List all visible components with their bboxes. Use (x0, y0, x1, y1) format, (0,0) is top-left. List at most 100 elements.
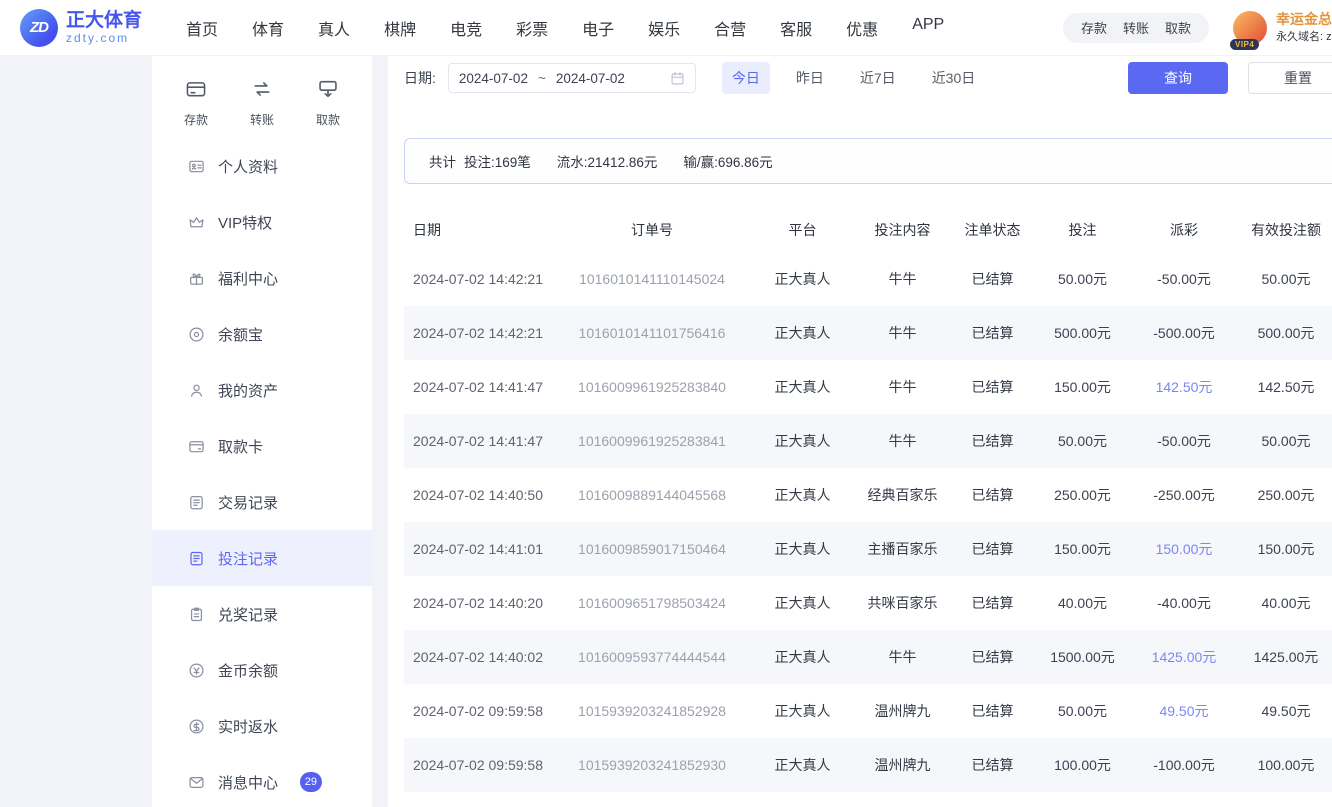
nav-item-7[interactable]: 电子 (582, 16, 614, 40)
column-header-6: 投注 (1035, 208, 1130, 252)
nav-item-11[interactable]: 优惠 (846, 16, 878, 40)
reset-button[interactable]: 重置 (1248, 62, 1332, 94)
cell-valid_bet: 1425.00元 (1238, 630, 1332, 684)
sidebar-item-5[interactable]: 我的资产 (152, 362, 372, 418)
range-tab-4[interactable]: 近30日 (922, 62, 986, 94)
sidebar-item-6[interactable]: 取款卡 (152, 418, 372, 474)
date-from-value: 2024-07-02 (459, 71, 528, 86)
nav-item-5[interactable]: 电竞 (450, 16, 482, 40)
cell-content: 牛牛 (855, 306, 950, 360)
topbar-right: 存款转账取款 VIP4 幸运金总 永久域名: z (1063, 11, 1332, 45)
cell-platform: 正大真人 (750, 306, 855, 360)
quick-action-label: 转账 (250, 111, 274, 128)
cell-platform: 正大真人 (750, 468, 855, 522)
calendar-icon[interactable] (670, 71, 685, 86)
table-row: 2024-07-02 14:42:211016010141101756416正大… (404, 306, 1332, 360)
column-header-8: 有效投注额 (1238, 208, 1332, 252)
cell-order_no: 1016009961925283840 (554, 360, 750, 414)
wallet-link-3[interactable]: 取款 (1157, 18, 1199, 37)
nav-item-8[interactable]: 娱乐 (648, 16, 680, 40)
cell-platform: 正大真人 (750, 684, 855, 738)
nav-item-2[interactable]: 体育 (252, 16, 284, 40)
sidebar-item-8[interactable]: 投注记录 (152, 530, 372, 586)
brand-domain: zdty.com (66, 32, 142, 46)
sidebar-item-3[interactable]: 福利中心 (152, 250, 372, 306)
transactions-icon (188, 494, 205, 511)
notification-badge: 29 (300, 772, 322, 792)
cell-payout: -250.00元 (1130, 468, 1238, 522)
nav-item-1[interactable]: 首页 (186, 16, 218, 40)
cell-date: 2024-07-02 09:59:58 (404, 738, 554, 792)
table-row: 2024-07-02 14:42:211016010141110145024正大… (404, 252, 1332, 306)
table-row: 2024-07-02 09:59:581015939203241852928正大… (404, 684, 1332, 738)
sidebar-item-4[interactable]: 余额宝 (152, 306, 372, 362)
query-button[interactable]: 查询 (1128, 62, 1228, 94)
quick-action-2[interactable]: 转账 (250, 78, 274, 128)
cell-content: 经典百家乐 (855, 468, 950, 522)
sidebar-item-1[interactable]: 个人资料 (152, 138, 372, 194)
nav-item-4[interactable]: 棋牌 (384, 16, 416, 40)
cell-valid_bet: 49.50元 (1238, 684, 1332, 738)
cell-valid_bet: 500.00元 (1238, 306, 1332, 360)
sidebar-item-2[interactable]: VIP特权 (152, 194, 372, 250)
cell-order_no: 1015939203241852928 (554, 684, 750, 738)
user-domain-note: 永久域名: z (1276, 31, 1332, 44)
sidebar-item-label: 投注记录 (218, 548, 278, 569)
wallet-link-2[interactable]: 转账 (1115, 18, 1157, 37)
bet-records-icon (188, 550, 205, 567)
quick-action-3[interactable]: 取款 (316, 78, 340, 128)
column-header-4: 投注内容 (855, 208, 950, 252)
user-meta: 幸运金总 永久域名: z (1276, 11, 1332, 44)
topbar: ZD 正大体育 zdty.com 首页 体育 真人 棋牌 电竞 彩票 电子 娱乐 合营 客服 优惠 A… (0, 0, 1332, 56)
wallet-pill: 存款转账取款 (1063, 13, 1209, 43)
gold-coin-icon (188, 662, 205, 679)
cell-bet: 50.00元 (1035, 414, 1130, 468)
sidebar-item-label: 消息中心 (218, 772, 278, 793)
brand-logo[interactable]: ZD 正大体育 zdty.com (20, 9, 142, 47)
cell-content: 牛牛 (855, 414, 950, 468)
rebate-icon (188, 718, 205, 735)
brand-name: 正大体育 (66, 10, 142, 32)
nav-item-3[interactable]: 真人 (318, 16, 350, 40)
sidebar-item-11[interactable]: 实时返水 (152, 698, 372, 754)
summary-stat-2: 流水:21412.86元 (557, 155, 658, 170)
quick-action-1[interactable]: 存款 (184, 78, 208, 128)
sidebar-item-10[interactable]: 金币余额 (152, 642, 372, 698)
assets-icon (188, 382, 205, 399)
wallet-link-1[interactable]: 存款 (1073, 18, 1115, 37)
nav-item-10[interactable]: 客服 (780, 16, 812, 40)
nav-item-12[interactable]: APP (912, 16, 944, 40)
table-row: 2024-07-02 14:41:471016009961925283840正大… (404, 360, 1332, 414)
cell-payout: -100.00元 (1130, 738, 1238, 792)
cell-platform: 正大真人 (750, 630, 855, 684)
range-tab-2[interactable]: 昨日 (786, 62, 834, 94)
cell-content: 主播百家乐 (855, 522, 950, 576)
profile-icon (188, 158, 205, 175)
cell-valid_bet: 100.00元 (1238, 738, 1332, 792)
avatar[interactable]: VIP4 (1233, 11, 1267, 45)
date-range-picker[interactable]: 2024-07-02 ~ 2024-07-02 (448, 63, 696, 93)
cell-payout: 150.00元 (1130, 522, 1238, 576)
cell-valid_bet: 40.00元 (1238, 576, 1332, 630)
brand-text: 正大体育 zdty.com (66, 10, 142, 46)
cell-content: 牛牛 (855, 360, 950, 414)
table-row: 2024-07-02 14:40:501016009889144045568正大… (404, 468, 1332, 522)
range-tab-1[interactable]: 今日 (722, 62, 770, 94)
cell-content: 温州牌九 (855, 738, 950, 792)
date-filter-label: 日期: (404, 68, 436, 88)
sidebar-item-7[interactable]: 交易记录 (152, 474, 372, 530)
sidebar: 存款转账 取款 个人资料VIP特权福利中心余额宝我的资产取款卡交易记录投注记录兑奖… (152, 56, 372, 807)
sidebar-item-label: 交易记录 (218, 492, 278, 513)
range-tab-3[interactable]: 近7日 (850, 62, 906, 94)
cell-payout: 49.50元 (1130, 684, 1238, 738)
bank-card-icon (188, 438, 205, 455)
sidebar-item-9[interactable]: 兑奖记录 (152, 586, 372, 642)
vip-crown-icon (188, 214, 205, 231)
sidebar-item-12[interactable]: 消息中心 29 (152, 754, 372, 807)
nav-item-9[interactable]: 合营 (714, 16, 746, 40)
cell-status: 已结算 (950, 414, 1035, 468)
cell-date: 2024-07-02 14:40:02 (404, 630, 554, 684)
user-block[interactable]: VIP4 幸运金总 永久域名: z (1233, 11, 1332, 45)
cell-order_no: 1016010141101756416 (554, 306, 750, 360)
nav-item-6[interactable]: 彩票 (516, 16, 548, 40)
